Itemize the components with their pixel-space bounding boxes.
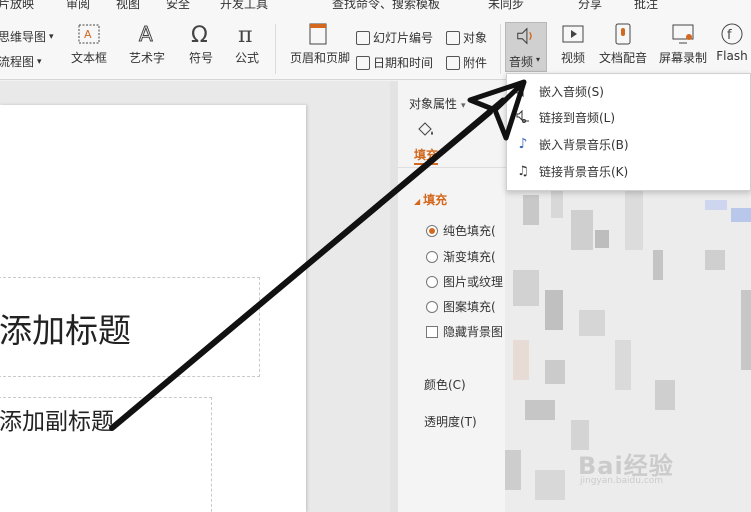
- mindmap-button[interactable]: 思维导图 ▾: [0, 28, 54, 45]
- omega-icon: Ω: [191, 23, 208, 46]
- monitor-icon: [672, 24, 694, 44]
- pi-icon: π: [238, 23, 252, 46]
- hide-bg-option[interactable]: 隐藏背景图: [426, 323, 503, 340]
- flash-icon: f: [721, 23, 743, 45]
- solid-fill-option[interactable]: 纯色填充(: [426, 222, 496, 239]
- microphone-icon: [615, 23, 631, 45]
- svg-text:π: π: [238, 23, 252, 46]
- music-link-icon: ♫: [517, 163, 529, 179]
- speaker-icon: [517, 27, 532, 45]
- ribbon-divider: [275, 24, 276, 74]
- radio-picture[interactable]: [426, 275, 438, 288]
- menu-developer[interactable]: 开发工具: [220, 0, 268, 12]
- symbol-label: 符号: [188, 51, 213, 65]
- doc-dubbing-button[interactable]: 文档配音: [596, 22, 650, 66]
- watermark-url: jingyan.baidu.com: [580, 476, 664, 486]
- svg-text:A: A: [84, 28, 92, 41]
- title-placeholder[interactable]: 添加标题: [0, 277, 260, 377]
- object-icon: [446, 30, 460, 45]
- speaker-icon: [515, 83, 531, 99]
- comment-button[interactable]: 批注: [634, 0, 658, 12]
- menu-review[interactable]: 审阅: [66, 0, 90, 12]
- menu-slideshow[interactable]: 片放映: [0, 0, 34, 12]
- menu-item-embed-bg-music[interactable]: ♪ 嵌入背景音乐(B): [507, 131, 751, 157]
- sync-status[interactable]: 未同步: [488, 0, 524, 12]
- video-label: 视频: [560, 51, 585, 65]
- subtitle-placeholder[interactable]: 添加副标题: [0, 397, 212, 512]
- screen-record-label: 屏幕录制: [658, 51, 707, 65]
- radio-gradient[interactable]: [426, 250, 438, 263]
- tab-divider: [398, 167, 508, 168]
- radio-pattern[interactable]: [426, 300, 438, 313]
- flash-label: Flash: [716, 49, 748, 63]
- slide-number-button[interactable]: 幻灯片编号: [356, 29, 433, 46]
- date-time-button[interactable]: 日期和时间: [356, 54, 433, 71]
- formula-button[interactable]: π 公式: [222, 22, 272, 66]
- menu-item-link-audio[interactable]: 链接到音频(L): [507, 104, 751, 130]
- paint-bucket-icon[interactable]: [416, 120, 436, 138]
- menu-bar: 片放映 审阅 视图 安全 开发工具 查找命令、搜索模板 未同步 分享 批注: [0, 0, 751, 14]
- hash-icon: [356, 30, 370, 45]
- video-button[interactable]: 视频: [548, 22, 598, 66]
- music-note-icon: ♪: [518, 136, 528, 152]
- symbol-button[interactable]: Ω 符号: [176, 22, 226, 66]
- header-footer-button[interactable]: 页眉和页脚: [290, 22, 351, 66]
- calendar-icon: [356, 55, 370, 70]
- wordart-button[interactable]: A 艺术字: [122, 22, 172, 66]
- search-commands[interactable]: 查找命令、搜索模板: [332, 0, 440, 12]
- section-fill-header[interactable]: 填充: [414, 191, 447, 208]
- video-icon: [562, 25, 584, 43]
- menu-view[interactable]: 视图: [116, 0, 140, 12]
- transparency-label: 透明度(T): [424, 415, 477, 429]
- formula-label: 公式: [234, 51, 259, 65]
- menu-security[interactable]: 安全: [166, 0, 190, 12]
- audio-label: 音频: [509, 55, 534, 69]
- color-label: 颜色(C): [424, 378, 466, 392]
- hide-bg-checkbox[interactable]: [426, 325, 438, 338]
- page-icon: [309, 23, 327, 45]
- svg-text:f: f: [727, 28, 732, 43]
- title-placeholder-text: 添加标题: [0, 311, 131, 350]
- share-button[interactable]: 分享: [578, 0, 602, 12]
- picture-fill-option[interactable]: 图片或纹理: [426, 273, 503, 290]
- subtitle-placeholder-text: 添加副标题: [0, 409, 114, 435]
- textbox-button[interactable]: A 文本框: [64, 22, 114, 66]
- attachment-button[interactable]: 附件: [446, 54, 487, 71]
- header-footer-label: 页眉和页脚: [290, 51, 351, 65]
- pane-splitter[interactable]: [390, 81, 398, 512]
- tab-fill[interactable]: 填充: [414, 146, 439, 165]
- flash-button[interactable]: f Flash: [710, 22, 751, 63]
- wordart-label: 艺术字: [128, 51, 165, 65]
- flowchart-button[interactable]: 流程图 ▾: [0, 53, 42, 70]
- svg-text:Ω: Ω: [191, 23, 208, 46]
- wordart-icon: A: [139, 22, 154, 46]
- object-button[interactable]: 对象: [446, 29, 487, 46]
- ribbon-divider: [500, 24, 501, 74]
- pane-header[interactable]: 对象属性: [409, 95, 466, 112]
- audio-dropdown-menu: 嵌入音频(S) 链接到音频(L) ♪ 嵌入背景音乐(B) ♫ 链接背景音乐(K): [506, 73, 751, 191]
- textbox-label: 文本框: [70, 51, 107, 65]
- audio-button[interactable]: 音频 ▾: [505, 22, 547, 72]
- slide-canvas[interactable]: 添加标题 添加副标题: [0, 105, 306, 512]
- textbox-icon: A: [78, 24, 100, 44]
- pattern-fill-option[interactable]: 图案填充(: [426, 298, 496, 315]
- speaker-link-icon: [515, 109, 531, 125]
- ribbon: 思维导图 ▾ 流程图 ▾ A 文本框 A 艺术字 Ω 符号 π 公式 页眉和页脚 幻…: [0, 14, 751, 80]
- svg-text:A: A: [139, 22, 153, 46]
- chevron-down-icon: ▾: [536, 55, 541, 64]
- paperclip-icon: [446, 55, 460, 70]
- screen-record-button[interactable]: 屏幕录制: [656, 22, 710, 66]
- menu-item-embed-audio[interactable]: 嵌入音频(S): [507, 78, 751, 104]
- menu-item-link-bg-music[interactable]: ♫ 链接背景音乐(K): [507, 158, 751, 184]
- doc-dubbing-label: 文档配音: [598, 51, 647, 65]
- radio-solid[interactable]: [426, 224, 438, 237]
- gradient-fill-option[interactable]: 渐变填充(: [426, 248, 496, 265]
- slide-workspace: 添加标题 添加副标题: [0, 81, 390, 512]
